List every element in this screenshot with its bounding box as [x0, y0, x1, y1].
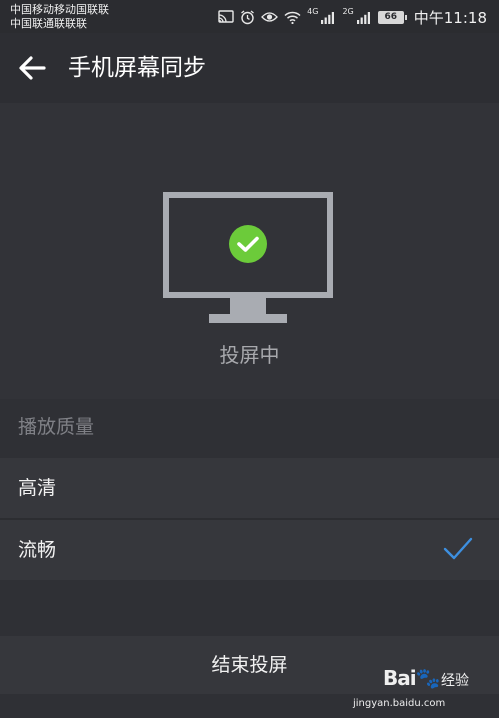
signal-icon-2: [356, 11, 372, 24]
clock: 中午11:18: [413, 8, 487, 27]
carrier-label-1: 中国移动移动国联联: [10, 3, 109, 16]
checkmark-icon: [443, 537, 473, 560]
eye-icon: [261, 11, 279, 23]
network-type-2: 2G: [342, 7, 354, 16]
arrow-left-icon: [19, 56, 46, 80]
quality-option-label: 流畅: [18, 539, 57, 561]
baidu-logo-text: Bai: [383, 666, 417, 690]
paw-icon: 🐾: [415, 666, 441, 690]
quality-option-hd[interactable]: 高清: [0, 458, 499, 518]
cast-icon: [218, 10, 234, 24]
app-header: 手机屏幕同步: [0, 33, 499, 103]
screen: 中国移动移动国联联 中国联通联联联 4G 2G 66 中午11:18 手机屏幕同…: [0, 0, 499, 718]
page-title: 手机屏幕同步: [68, 55, 206, 81]
monitor-icon: [163, 192, 333, 323]
baidu-logo: Bai🐾: [383, 666, 441, 690]
quality-section-label: 播放质量: [18, 416, 95, 438]
battery-level: 66: [384, 11, 398, 22]
signal-icon-1: [320, 11, 336, 24]
watermark-url: jingyan.baidu.com: [353, 698, 446, 709]
status-bar: 中国移动移动国联联 中国联通联联联 4G 2G 66 中午11:18: [0, 0, 499, 33]
baidu-watermark: Bai🐾 经验 jingyan.baidu.com: [353, 664, 473, 712]
wifi-icon: [284, 11, 301, 24]
cast-status-panel: 投屏中: [0, 103, 499, 399]
network-type-1: 4G: [307, 7, 319, 16]
alarm-icon: [240, 9, 255, 25]
quality-option-smooth[interactable]: 流畅: [0, 520, 499, 580]
battery-icon: 66: [377, 10, 407, 24]
success-circle: [229, 225, 267, 263]
back-button[interactable]: [14, 50, 50, 86]
quality-option-label: 高清: [18, 477, 57, 499]
cast-status-text: 投屏中: [219, 343, 280, 367]
carrier-label-2: 中国联通联联联: [10, 17, 87, 30]
status-icons: 4G 2G 66 中午11:18: [218, 4, 487, 30]
watermark-brand: 经验: [441, 673, 469, 689]
